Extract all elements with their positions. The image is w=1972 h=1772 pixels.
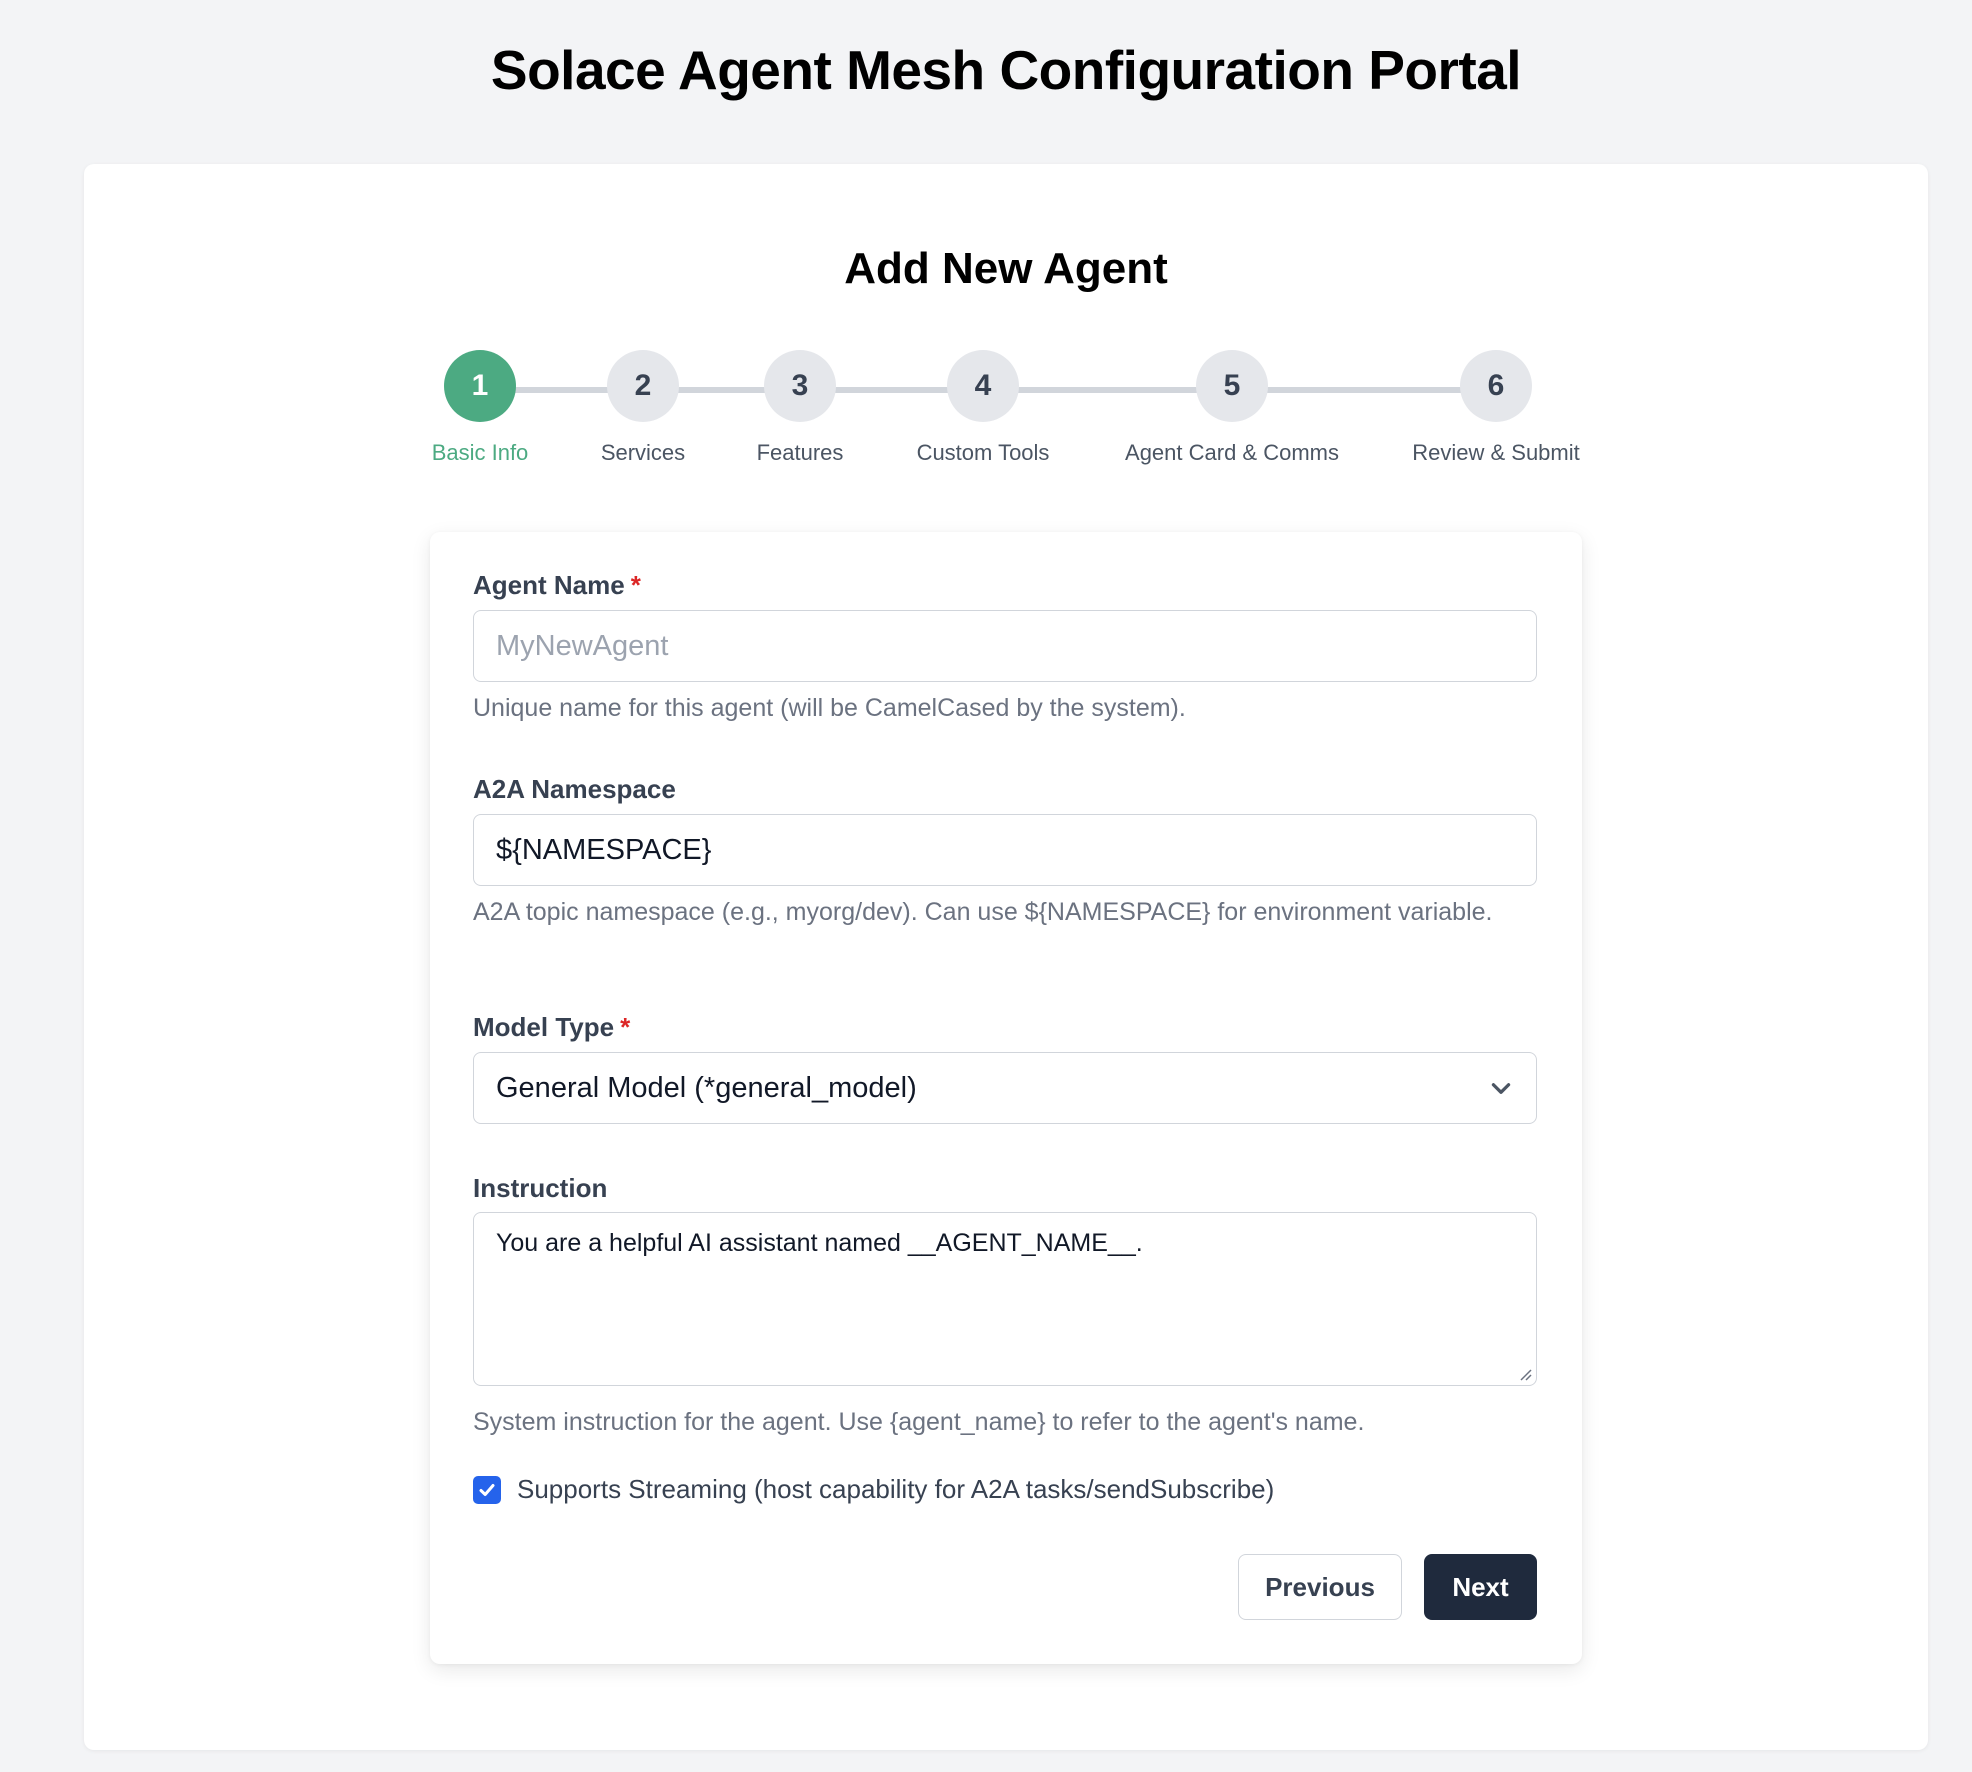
streaming-label: Supports Streaming (host capability for … [517,1474,1275,1504]
streaming-checkbox[interactable] [473,1475,501,1504]
agent-name-help: Unique name for this agent (will be Came… [473,694,1186,722]
step-number: 4 [947,350,1019,422]
agent-name-label-text: Agent Name [473,570,625,600]
model-type-label-text: Model Type [473,1012,615,1042]
step-review-submit[interactable]: 6 Review & Submit [1376,350,1616,466]
page-title: Solace Agent Mesh Configuration Portal [490,39,1522,101]
step-number: 3 [764,350,836,422]
step-custom-tools[interactable]: 4 Custom Tools [863,350,1103,466]
model-type-selected: General Model (*general_model) [496,1071,917,1104]
wizard-stepper: 1 Basic Info 2 Services 3 Features 4 Cus… [0,350,1972,480]
chevron-down-icon [1491,1083,1511,1094]
namespace-label: A2A Namespace [473,774,676,804]
streaming-option[interactable]: Supports Streaming (host capability for … [473,1474,1274,1505]
step-number: 6 [1460,350,1532,422]
step-number: 1 [444,350,516,422]
agent-name-label: Agent Name * [473,570,641,601]
card-title: Add New Agent [844,244,1168,293]
previous-button[interactable]: Previous [1238,1554,1402,1620]
step-number: 5 [1196,350,1268,422]
instruction-text: You are a helpful AI assistant named __A… [496,1229,1143,1257]
required-marker: * [620,1012,631,1042]
step-label: Agent Card & Comms [1125,440,1339,465]
model-type-select[interactable]: General Model (*general_model) [473,1052,1537,1124]
instruction-help: System instruction for the agent. Use {a… [473,1408,1365,1436]
agent-name-input[interactable] [473,610,1537,682]
instruction-textarea[interactable]: You are a helpful AI assistant named __A… [473,1212,1537,1386]
namespace-help: A2A topic namespace (e.g., myorg/dev). C… [473,898,1493,926]
step-agent-card-comms[interactable]: 5 Agent Card & Comms [1112,350,1352,466]
next-button[interactable]: Next [1424,1554,1537,1620]
resize-handle-icon[interactable] [1516,1365,1532,1381]
namespace-input[interactable] [473,814,1537,886]
basic-info-form: Agent Name* Unique name for this agent (… [430,532,1582,1664]
required-marker: * [630,570,641,600]
instruction-label: Instruction [473,1173,608,1203]
step-label: Custom Tools [916,440,1050,465]
step-label: Review & Submit [1412,440,1580,465]
model-type-label: Model Type * [473,1012,630,1043]
step-number: 2 [607,350,679,422]
checkmark-icon [479,1483,495,1496]
